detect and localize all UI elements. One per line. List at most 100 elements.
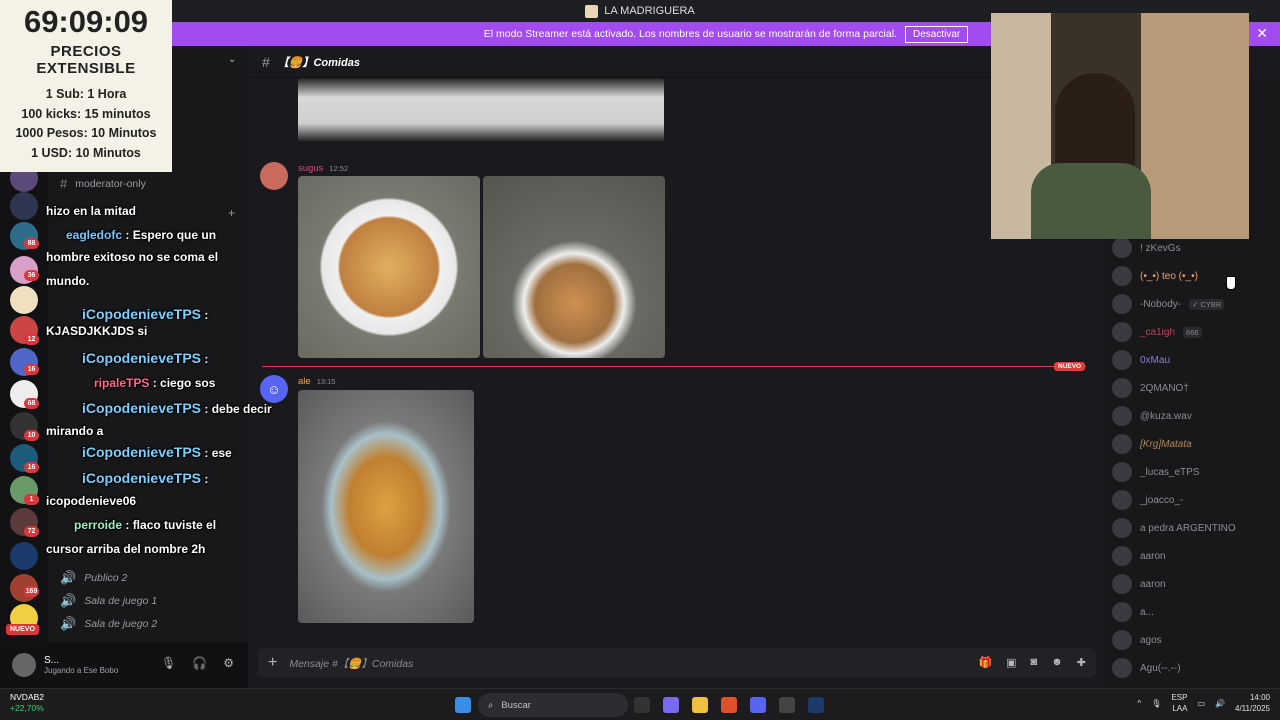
subathon-timer-overlay: 69:09:09 PRECIOS EXTENSIBLE 1 Sub: 1 Hor… [0,0,172,172]
message-list[interactable]: sugus 12:52 NUEVO ☺ ale 13:15 [250,78,1104,642]
chat-text: : Espero que un [125,228,217,242]
food-image[interactable] [298,390,474,623]
member-item[interactable]: 0xMau [1112,350,1272,370]
message-composer[interactable]: + Mensaje #【🍔】Comidas 🎁 ▣ ◙ ☻ ✚ [258,648,1096,678]
server-icon[interactable] [10,286,38,314]
member-name: -Nobody- [1140,298,1182,310]
member-name: 0xMau [1140,354,1171,366]
window-title: LA MADRIGUERA [604,5,695,17]
file-explorer-icon[interactable] [692,697,708,713]
member-item[interactable]: [Krg]Matata [1112,434,1272,454]
new-servers-pill[interactable]: NUEVO [6,624,39,635]
chat-text: hombre exitoso no se coma el [46,250,219,264]
system-tray: ^ 🎙 ESP LAA ▭ 🔊 14:00 4/11/2025 [1138,692,1270,714]
headphones-icon[interactable]: 🎧 [192,656,207,670]
member-name: _lucas_eTPS [1140,466,1200,478]
microphone-icon[interactable]: 🎙 [161,656,176,670]
member-item[interactable]: ! zKevGs [1112,238,1272,258]
streamer-mode-message: El modo Streamer está activado. Los nomb… [483,28,897,40]
unread-badge: 16 [24,462,39,473]
member-item[interactable]: aaron [1112,546,1272,566]
member-item[interactable]: -Nobody- ✓ CYBR [1112,294,1272,314]
channel-moderator-only[interactable]: # moderator-only [60,176,146,191]
microphone-icon[interactable]: 🎙 [1151,698,1161,709]
avatar [1112,462,1132,482]
member-item[interactable]: _ca1igh 666 [1112,322,1272,342]
task-view-icon[interactable] [634,697,650,713]
taskbar-search[interactable]: ⌕ Buscar [478,693,628,717]
avatar [1112,518,1132,538]
close-icon[interactable]: ✕ [1256,25,1268,42]
member-item[interactable]: (•_•) teo (•_•) [1112,266,1272,286]
deactivate-streamer-button[interactable]: Desactivar [904,25,969,43]
avatar [1112,434,1132,454]
server-icon[interactable] [10,542,38,570]
member-item[interactable]: @kuza.wav [1112,406,1272,426]
message-input[interactable]: Mensaje #【🍔】Comidas [289,656,413,671]
avatar [1112,406,1132,426]
avatar [1112,574,1132,594]
language-indicator[interactable]: ESP LAA [1171,692,1187,714]
steam-icon[interactable] [808,697,824,713]
avatar [1112,546,1132,566]
gif-icon[interactable]: ▣ [1006,656,1016,669]
attach-plus-icon[interactable]: + [268,654,277,672]
stream-chat-overlay: hizo en la mitad eagledofc : Espero que … [44,200,272,580]
member-item[interactable]: 2QMANO† [1112,378,1272,398]
windows-start-icon[interactable] [455,697,471,713]
gift-icon[interactable]: 🎁 [978,656,992,669]
discord-icon[interactable] [750,697,766,713]
chat-user: eagledofc [66,228,123,242]
chat-line: hizo en la mitad [46,204,136,218]
message-timestamp: 12:52 [329,164,349,173]
server-icon[interactable] [10,192,38,220]
chat-user: ripaleTPS [94,376,150,390]
webcam-overlay [991,13,1249,239]
search-label: Buscar [501,699,531,711]
message-author[interactable]: ale [298,376,311,387]
member-item[interactable]: _joacco_- [1112,490,1272,510]
food-image[interactable] [298,78,664,143]
sticker-icon[interactable]: ◙ [1031,656,1038,669]
member-item[interactable]: aaron [1112,574,1272,594]
chevron-down-icon[interactable]: ⌄ [228,54,236,65]
food-image[interactable] [483,176,665,358]
user-panel: S... Jugando a Ese Bobo 🎙 🎧 ⚙ [0,642,248,688]
food-image[interactable] [298,176,480,358]
member-item[interactable]: agos [1112,630,1272,650]
obs-icon[interactable] [779,697,795,713]
clock[interactable]: 14:00 4/11/2025 [1235,692,1270,714]
network-icon[interactable]: ▭ [1197,698,1205,709]
voice-channel-sala-1[interactable]: 🔊 Sala de juego 1 [60,593,157,609]
member-item[interactable]: _lucas_eTPS [1112,462,1272,482]
voice-channel-sala-2[interactable]: 🔊 Sala de juego 2 [60,616,157,632]
stock-name: NVDAB2 [10,692,45,702]
member-item[interactable]: Agu(--.--) [1112,658,1272,678]
chat-text: hizo en la mitad [46,204,137,218]
copilot-icon[interactable] [663,697,679,713]
chat-line: hombre exitoso no se coma el [46,250,218,264]
user-avatar[interactable] [12,653,36,677]
chat-text: KJASDJKKJDS si [46,324,148,338]
emoji-icon[interactable]: ☻ [1051,656,1063,669]
chat-line: iCopodenieveTPS : ese [82,444,232,460]
chat-line: iCopodenieveTPS : debe decir [82,400,272,416]
apps-icon[interactable]: ✚ [1077,656,1086,669]
timer-heading: PRECIOS [50,43,122,60]
member-name: aaron [1140,578,1166,590]
stock-widget[interactable]: NVDAB2 +22,70% [10,692,44,714]
gear-icon[interactable]: ⚙ [223,656,234,670]
message-author[interactable]: sugus [298,163,323,174]
webcam-person-body [1031,163,1151,239]
member-tag: 666 [1183,326,1202,338]
chat-line: iCopodenieveTPS : [82,306,208,322]
brave-browser-icon[interactable] [721,697,737,713]
member-item[interactable]: a... [1112,602,1272,622]
member-item[interactable]: a pedra ARGENTINO [1112,518,1272,538]
avatar [1112,238,1132,258]
chevron-up-icon[interactable]: ^ [1138,698,1142,709]
avatar[interactable] [260,162,288,190]
chat-line: ripaleTPS : ciego sos [94,376,215,390]
chat-text: icopodenieve06 [46,494,137,508]
volume-icon[interactable]: 🔊 [1215,698,1225,709]
